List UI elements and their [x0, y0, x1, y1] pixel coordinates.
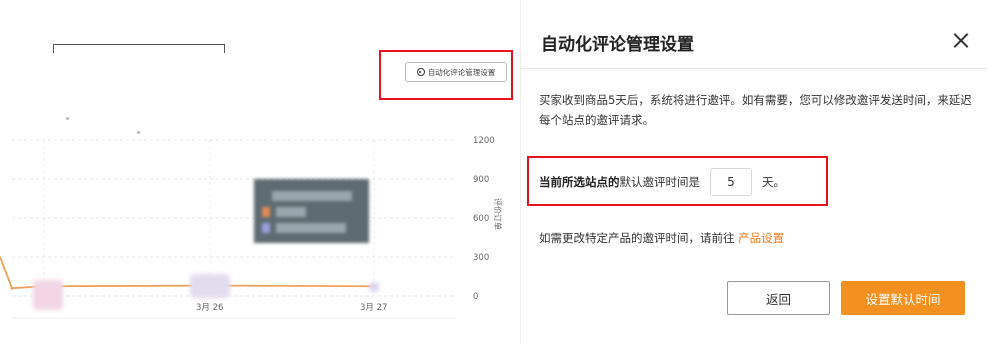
drawer-divider [521, 68, 987, 69]
product-settings-link[interactable]: 产品设置 [738, 231, 784, 245]
back-button[interactable]: 返回 [727, 281, 830, 315]
tooltip-swatch-purple [262, 223, 270, 233]
y-tick-label: 300 [473, 253, 489, 263]
set-default-time-button[interactable]: 设置默认时间 [841, 281, 965, 315]
default-days-input[interactable] [710, 168, 752, 196]
product-settings-row: 如需更改特定产品的邀评时间，请前往 产品设置 [539, 230, 784, 246]
y-tick-label: 1200 [473, 136, 495, 146]
chart-tooltip-blurred [254, 179, 369, 243]
tooltip-line [272, 191, 352, 201]
default-time-bold-label: 当前所选站点的 [539, 175, 620, 189]
date-range-input[interactable] [53, 44, 225, 53]
x-tick-label: 3月 27 [360, 303, 387, 313]
product-settings-text: 如需更改特定产品的邀评时间，请前往 [539, 231, 735, 245]
data-point [10, 286, 14, 290]
default-time-suffix: 天。 [762, 175, 785, 189]
drawer-title: 自动化评论管理设置 [541, 35, 694, 55]
background-page: 自动化评论管理设置 1200 900 600 300 0 评价订单 3月 26 3月 27 [0, 0, 520, 344]
default-time-label: 默认邀评时间是 [619, 175, 701, 189]
tooltip-line [276, 223, 346, 233]
y-tick-label: 0 [473, 292, 478, 302]
close-icon[interactable] [951, 30, 971, 50]
drawer-description: 买家收到商品5天后，系统将进行邀评。如有需要，您可以修改邀评发送时间，来延迟每个… [539, 93, 972, 127]
y-tick-label: 900 [473, 175, 489, 185]
tooltip-line [276, 207, 306, 217]
y-axis-title: 评价订单 [493, 198, 503, 230]
blurred-point [33, 280, 63, 310]
tooltip-swatch-orange [262, 207, 270, 217]
blurred-point [369, 282, 379, 292]
review-settings-drawer: 自动化评论管理设置 买家收到商品5天后，系统将进行邀评。如有需要，您可以修改邀评… [520, 0, 987, 344]
y-tick-label: 600 [473, 214, 489, 224]
blurred-point [190, 274, 230, 298]
highlight-box-settings [379, 50, 513, 100]
x-tick-label: 3月 26 [196, 303, 223, 313]
default-time-row: 当前所选站点的 默认邀评时间是 天。 [539, 168, 785, 196]
